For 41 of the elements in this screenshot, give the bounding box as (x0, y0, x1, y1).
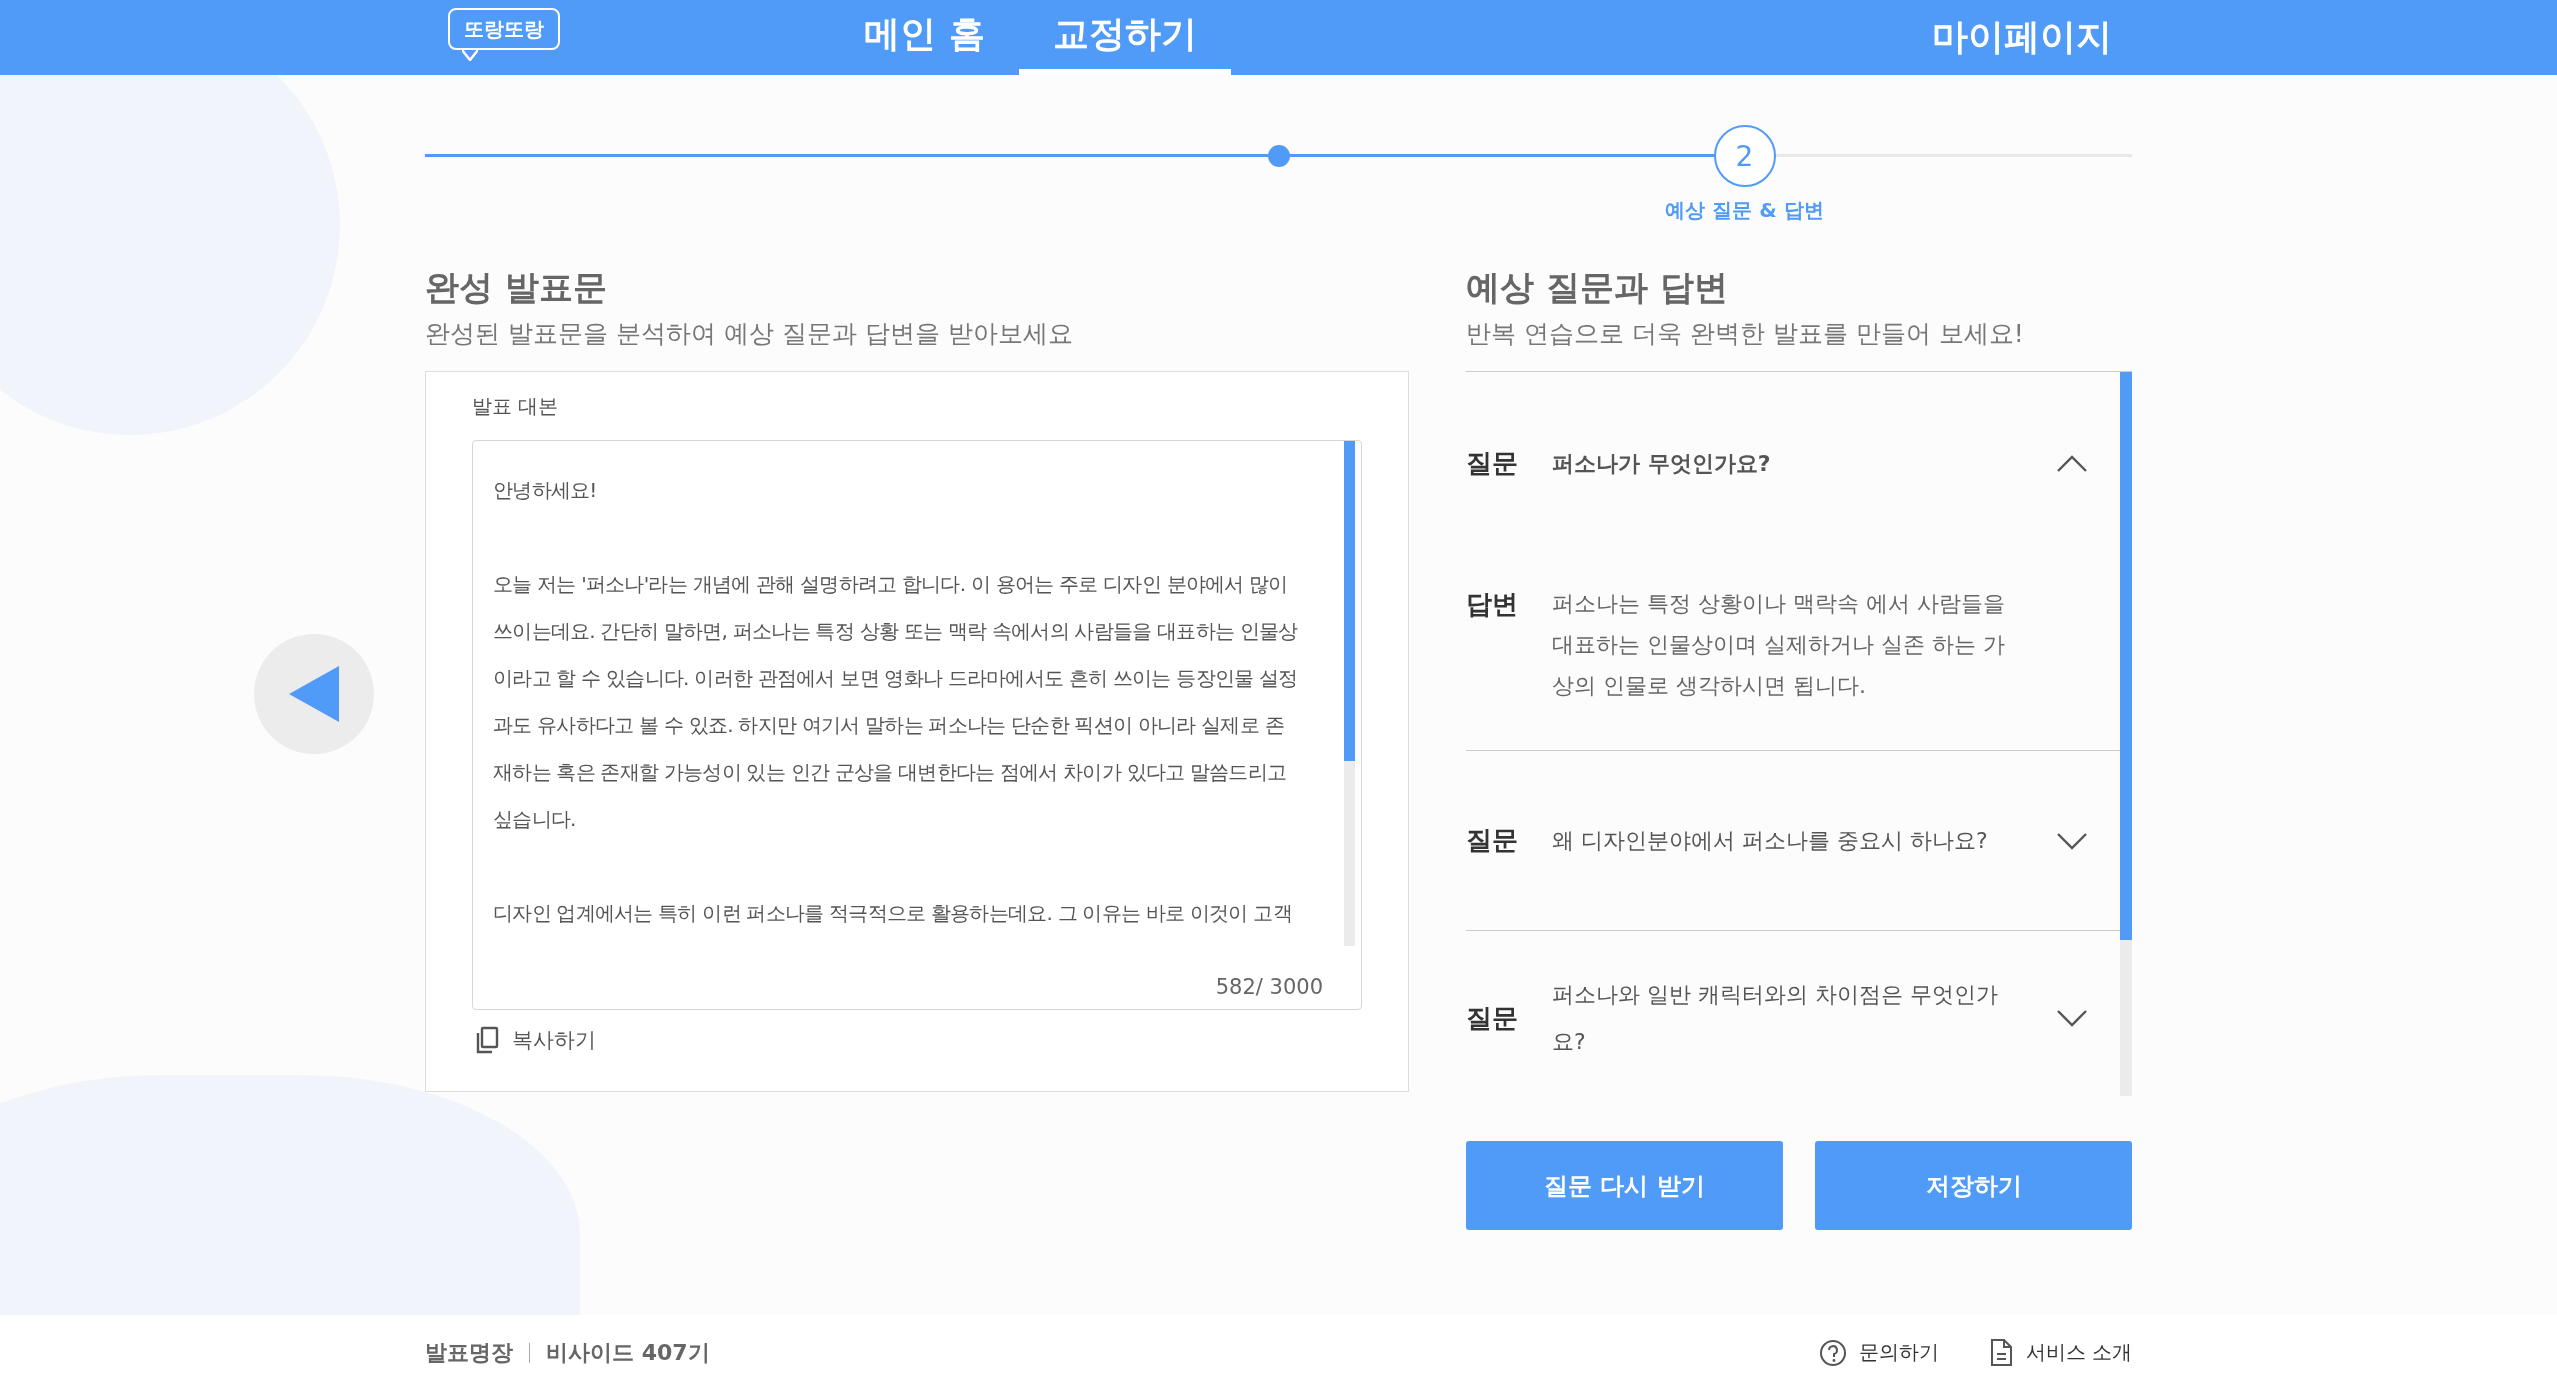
step-label: 예상 질문 & 답변 (1665, 197, 1824, 224)
chevron-up-icon[interactable] (2056, 453, 2088, 474)
question-text: 퍼소나가 무엇인가요? (1552, 450, 1772, 478)
copy-button[interactable]: 복사하기 (474, 1026, 596, 1054)
question-text: 퍼소나와 일반 캐릭터와의 차이점은 무엇인가요? (1552, 981, 1999, 1056)
panel-subtitle: 반복 연습으로 더욱 완벽한 발표를 만들어 보세요! (1466, 318, 2025, 350)
footer-link[interactable]: 서비스 소개 (1988, 1338, 2132, 1367)
action-button[interactable]: 저장하기 (1815, 1141, 2132, 1230)
question-label: 질문 (1466, 1001, 1519, 1035)
nav-tab[interactable]: 교정하기 (1018, 0, 1231, 75)
script-paragraph: 디자인 업계에서는 특히 이런 퍼소나를 적극적으로 활용하는데요. 그 이유는 바로 이것이 고객 (493, 900, 1293, 927)
question-label: 질문 (1466, 824, 1519, 857)
copy-icon (474, 1026, 500, 1054)
script-paragraph: 오늘 저는 '퍼소나'라는 개념에 관해 설명하려고 합니다. 이 용어는 주로 디자인 분야에서 많이 쓰이는데요. 간단히 말하면, 퍼소나는 특정 상황 또는 맥락 속에서의 사람들을 대표하는 인물상이라고 할 수 있습니다. 이러한 관점에서 보면 영화나 드라마에서도 흔히 쓰이는 등장인물 설정과도 유사하다고 볼 수 있죠. 하지만 여기서 말하는 퍼소나는 단순한 픽션이 아니라 실제로 존재하는 혹은 존재할 가능성이 있는 인간 군상을 대변한다는 점에서 차이가 있다고 말씀드리고 싶습니다. (493, 571, 1298, 833)
logo-text: 또랑또랑 (464, 17, 544, 41)
panel-title: 예상 질문과 답변 (1466, 266, 1729, 309)
character-counter: 582/ 3000 (1215, 975, 1323, 999)
answer-text: 퍼소나는 특정 상황이나 맥락속 에서 사람들을 대표하는 인물상이며 실제하거나 실존 하는 가상의 인물로 생각하시면 됩니다. (1552, 590, 2006, 700)
scrollbar[interactable] (1344, 441, 1355, 946)
scrollbar[interactable] (2120, 372, 2132, 1096)
chevron-down-icon[interactable] (2056, 1008, 2088, 1028)
footer-brand: 발표명장 (425, 1338, 513, 1367)
panel-title: 완성 발표문 (425, 266, 608, 309)
action-button[interactable]: 질문 다시 받기 (1466, 1141, 1783, 1230)
step-dot (1267, 145, 1290, 167)
panel-subtitle: 완성된 발표문을 분석하여 예상 질문과 답변을 받아보세요 (425, 318, 1074, 350)
step-number-circle: 2 (1713, 125, 1776, 187)
answer-label: 답변 (1466, 588, 1519, 621)
question-label: 질문 (1466, 447, 1519, 480)
help-icon (1818, 1338, 1847, 1367)
field-label: 발표 대본 (472, 393, 560, 420)
footer-link[interactable]: 문의하기 (1818, 1338, 1939, 1367)
footer-team: 비사이드 407기 (546, 1338, 710, 1367)
script-paragraph: 안녕하세요! (493, 477, 598, 504)
chevron-down-icon[interactable] (2056, 830, 2088, 851)
nav-tab[interactable]: 메인 홈 (830, 0, 1019, 75)
question-text: 왜 디자인분야에서 퍼소나를 중요시 하나요? (1552, 827, 1989, 855)
script-text-area[interactable] (472, 440, 1362, 1010)
document-icon (1988, 1338, 2014, 1367)
mypage-link[interactable]: 마이페이지 (1932, 0, 2112, 75)
speech-bubble-tail-icon (462, 50, 478, 61)
